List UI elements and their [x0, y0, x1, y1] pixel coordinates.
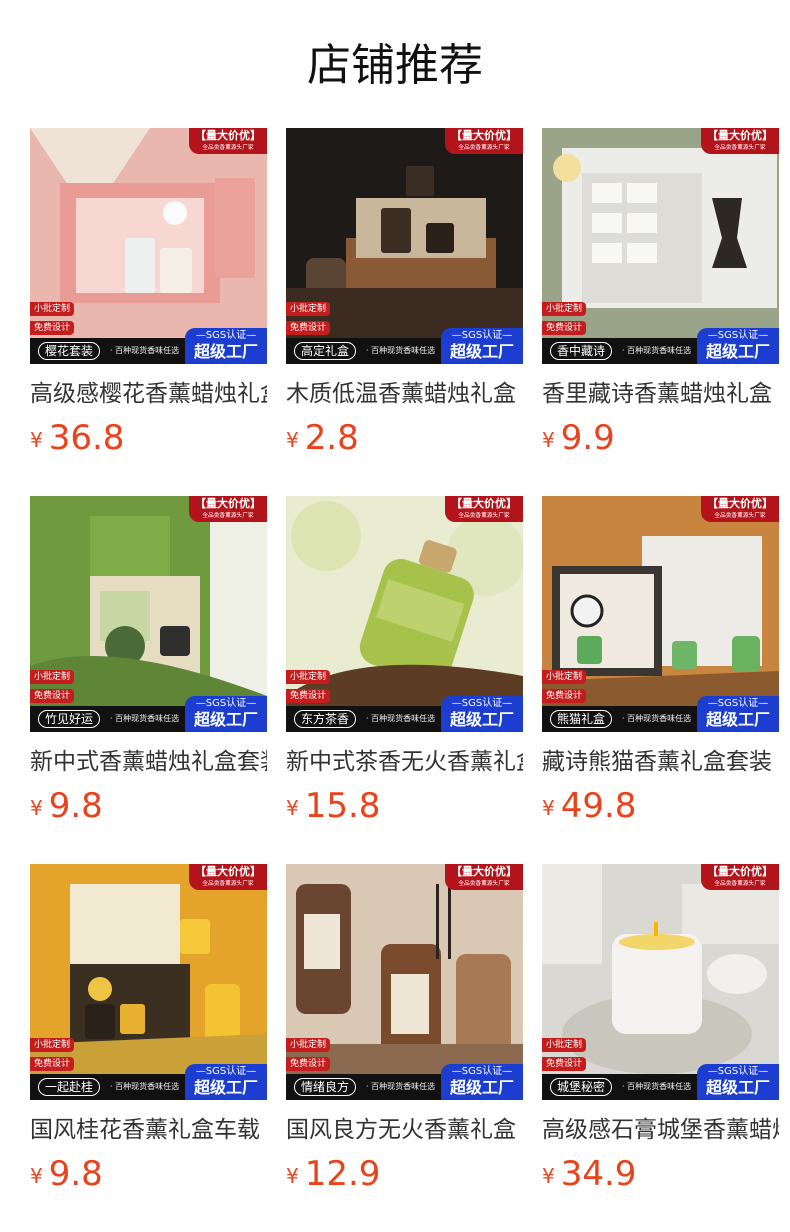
product-image[interactable]: 【量大价优】 全品类香薰源头厂家 小批定制 免费设计 樱花套装 · 百种现货香味… — [30, 128, 267, 364]
product-card[interactable]: 【量大价优】 全品类香薰源头厂家 小批定制 免费设计 一起赴桂 · 百种现货香味… — [30, 864, 267, 1232]
product-grid: 【量大价优】 全品类香薰源头厂家 小批定制 免费设计 樱花套装 · 百种现货香味… — [30, 128, 780, 1232]
promo-badge: 【量大价优】 全品类香薰源头厂家 — [445, 496, 523, 522]
free-design-tag: 免费设计 — [30, 1057, 75, 1071]
product-image[interactable]: 【量大价优】 全品类香薰源头厂家 小批定制 免费设计 香中藏诗 · 百种现货香味… — [542, 128, 779, 364]
product-price: ¥9.9 — [542, 418, 615, 458]
product-image[interactable]: 【量大价优】 全品类香薰源头厂家 小批定制 免费设计 高定礼盒 · 百种现货香味… — [286, 128, 523, 364]
product-price: ¥9.8 — [30, 1154, 103, 1194]
page-title: 店铺推荐 — [307, 40, 483, 91]
product-card[interactable]: 【量大价优】 全品类香薰源头厂家 小批定制 免费设计 香中藏诗 · 百种现货香味… — [542, 128, 779, 496]
product-image[interactable]: 【量大价优】 全品类香薰源头厂家 小批定制 免费设计 一起赴桂 · 百种现货香味… — [30, 864, 267, 1100]
product-banner-sub: · 百种现货香味任选 — [110, 714, 180, 723]
product-short-name: 东方茶香 — [294, 710, 357, 728]
free-design-tag: 免费设计 — [30, 689, 75, 703]
product-banner-sub: · 百种现货香味任选 — [622, 1082, 692, 1091]
product-card[interactable]: 【量大价优】 全品类香薰源头厂家 小批定制 免费设计 情绪良方 · 百种现货香味… — [286, 864, 523, 1232]
promo-badge: 【量大价优】 全品类香薰源头厂家 — [189, 128, 267, 154]
custom-tag: 小批定制 — [286, 1038, 331, 1052]
promo-badge: 【量大价优】 全品类香薰源头厂家 — [445, 128, 523, 154]
factory-badge: —SGS认证— 超级工厂 — [697, 696, 779, 732]
factory-badge: —SGS认证— 超级工厂 — [185, 696, 267, 732]
custom-tag: 小批定制 — [286, 302, 331, 316]
promo-badge: 【量大价优】 全品类香薰源头厂家 — [701, 496, 779, 522]
product-short-name: 一起赴桂 — [38, 1078, 101, 1096]
custom-tag: 小批定制 — [30, 1038, 75, 1052]
product-price: ¥49.8 — [542, 786, 637, 826]
factory-badge: —SGS认证— 超级工厂 — [697, 1064, 779, 1100]
product-banner-sub: · 百种现货香味任选 — [366, 346, 436, 355]
free-design-tag: 免费设计 — [30, 321, 75, 335]
product-banner-sub: · 百种现货香味任选 — [622, 714, 692, 723]
product-card[interactable]: 【量大价优】 全品类香薰源头厂家 小批定制 免费设计 东方茶香 · 百种现货香味… — [286, 496, 523, 864]
custom-tag: 小批定制 — [30, 302, 75, 316]
promo-badge: 【量大价优】 全品类香薰源头厂家 — [701, 128, 779, 154]
product-price: ¥12.9 — [286, 1154, 381, 1194]
factory-badge: —SGS认证— 超级工厂 — [185, 1064, 267, 1100]
product-price: ¥9.8 — [30, 786, 103, 826]
product-banner-sub: · 百种现货香味任选 — [366, 1082, 436, 1091]
factory-badge: —SGS认证— 超级工厂 — [441, 1064, 523, 1100]
factory-badge: —SGS认证— 超级工厂 — [441, 696, 523, 732]
product-short-name: 樱花套装 — [38, 342, 101, 360]
product-title[interactable]: 高级感石膏城堡香薰蜡烛 — [542, 1114, 779, 1146]
free-design-tag: 免费设计 — [286, 321, 331, 335]
product-card[interactable]: 【量大价优】 全品类香薰源头厂家 小批定制 免费设计 樱花套装 · 百种现货香味… — [30, 128, 267, 496]
product-title[interactable]: 国风良方无火香薰礼盒 — [286, 1114, 523, 1146]
product-price: ¥2.8 — [286, 418, 359, 458]
free-design-tag: 免费设计 — [286, 689, 331, 703]
product-image[interactable]: 【量大价优】 全品类香薰源头厂家 小批定制 免费设计 熊猫礼盒 · 百种现货香味… — [542, 496, 779, 732]
product-title[interactable]: 藏诗熊猫香薰礼盒套装 — [542, 746, 779, 778]
product-banner-sub: · 百种现货香味任选 — [110, 1082, 180, 1091]
product-banner-sub: · 百种现货香味任选 — [110, 346, 180, 355]
custom-tag: 小批定制 — [286, 670, 331, 684]
custom-tag: 小批定制 — [542, 670, 587, 684]
product-short-name: 高定礼盒 — [294, 342, 357, 360]
product-image[interactable]: 【量大价优】 全品类香薰源头厂家 小批定制 免费设计 竹见好运 · 百种现货香味… — [30, 496, 267, 732]
product-price: ¥34.9 — [542, 1154, 637, 1194]
factory-badge: —SGS认证— 超级工厂 — [185, 328, 267, 364]
product-image[interactable]: 【量大价优】 全品类香薰源头厂家 小批定制 免费设计 城堡秘密 · 百种现货香味… — [542, 864, 779, 1100]
product-title[interactable]: 香里藏诗香薰蜡烛礼盒 — [542, 378, 779, 410]
product-short-name: 情绪良方 — [294, 1078, 357, 1096]
product-card[interactable]: 【量大价优】 全品类香薰源头厂家 小批定制 免费设计 熊猫礼盒 · 百种现货香味… — [542, 496, 779, 864]
product-banner-sub: · 百种现货香味任选 — [366, 714, 436, 723]
product-title[interactable]: 新中式茶香无火香薰礼盒 — [286, 746, 523, 778]
product-banner-sub: · 百种现货香味任选 — [622, 346, 692, 355]
factory-badge: —SGS认证— 超级工厂 — [441, 328, 523, 364]
product-image[interactable]: 【量大价优】 全品类香薰源头厂家 小批定制 免费设计 东方茶香 · 百种现货香味… — [286, 496, 523, 732]
product-price: ¥15.8 — [286, 786, 381, 826]
promo-badge: 【量大价优】 全品类香薰源头厂家 — [189, 864, 267, 890]
product-short-name: 竹见好运 — [38, 710, 101, 728]
product-card[interactable]: 【量大价优】 全品类香薰源头厂家 小批定制 免费设计 城堡秘密 · 百种现货香味… — [542, 864, 779, 1232]
product-image[interactable]: 【量大价优】 全品类香薰源头厂家 小批定制 免费设计 情绪良方 · 百种现货香味… — [286, 864, 523, 1100]
custom-tag: 小批定制 — [30, 670, 75, 684]
free-design-tag: 免费设计 — [542, 321, 587, 335]
custom-tag: 小批定制 — [542, 1038, 587, 1052]
product-title[interactable]: 高级感樱花香薰蜡烛礼盒 — [30, 378, 267, 410]
product-short-name: 城堡秘密 — [550, 1078, 613, 1096]
free-design-tag: 免费设计 — [542, 1057, 587, 1071]
product-short-name: 熊猫礼盒 — [550, 710, 613, 728]
product-title[interactable]: 新中式香薰蜡烛礼盒套装 — [30, 746, 267, 778]
product-title[interactable]: 木质低温香薰蜡烛礼盒 — [286, 378, 523, 410]
factory-badge: —SGS认证— 超级工厂 — [697, 328, 779, 364]
custom-tag: 小批定制 — [542, 302, 587, 316]
product-short-name: 香中藏诗 — [550, 342, 613, 360]
promo-badge: 【量大价优】 全品类香薰源头厂家 — [189, 496, 267, 522]
product-card[interactable]: 【量大价优】 全品类香薰源头厂家 小批定制 免费设计 竹见好运 · 百种现货香味… — [30, 496, 267, 864]
product-card[interactable]: 【量大价优】 全品类香薰源头厂家 小批定制 免费设计 高定礼盒 · 百种现货香味… — [286, 128, 523, 496]
free-design-tag: 免费设计 — [542, 689, 587, 703]
promo-badge: 【量大价优】 全品类香薰源头厂家 — [445, 864, 523, 890]
free-design-tag: 免费设计 — [286, 1057, 331, 1071]
promo-badge: 【量大价优】 全品类香薰源头厂家 — [701, 864, 779, 890]
product-price: ¥36.8 — [30, 418, 125, 458]
product-title[interactable]: 国风桂花香薰礼盒车载 — [30, 1114, 267, 1146]
